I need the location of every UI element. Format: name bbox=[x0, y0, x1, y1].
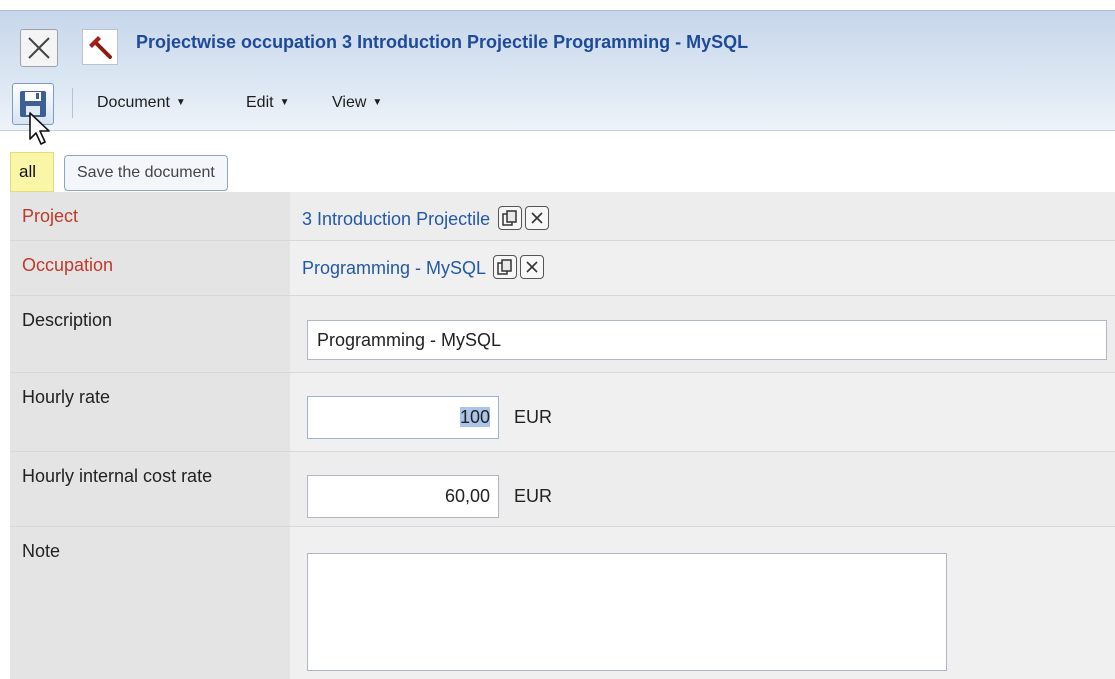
occupation-clear-button[interactable] bbox=[520, 255, 545, 279]
close-icon bbox=[28, 37, 50, 59]
row-project: Project 3 Introduction Projectile bbox=[10, 192, 1115, 240]
project-copy-button[interactable] bbox=[498, 206, 523, 230]
occupation-value: Programming - MySQL bbox=[302, 255, 545, 281]
project-value-cell: 3 Introduction Projectile bbox=[290, 192, 1115, 240]
menu-view[interactable]: View ▼ bbox=[332, 94, 382, 112]
copy-icon bbox=[497, 259, 513, 275]
hourly-rate-currency: EUR bbox=[514, 407, 553, 427]
tab-all[interactable]: all bbox=[10, 152, 54, 192]
save-tooltip: Save the document bbox=[64, 155, 228, 191]
internal-cost-rate-value-cell: 60,00 EUR bbox=[290, 452, 1115, 526]
description-value-cell: Programming - MySQL bbox=[290, 296, 1115, 372]
note-value-cell bbox=[290, 527, 1115, 679]
window-title: Projectwise occupation 3 Introduction Pr… bbox=[136, 32, 749, 52]
hammer-icon bbox=[89, 36, 112, 59]
menu-edit[interactable]: Edit ▼ bbox=[246, 94, 289, 112]
toolbar-separator bbox=[72, 88, 73, 118]
chevron-down-icon: ▼ bbox=[175, 97, 186, 108]
row-occupation: Occupation Programming - MySQL bbox=[10, 241, 1115, 295]
menu-document-label: Document bbox=[97, 94, 170, 111]
copy-icon bbox=[502, 210, 517, 226]
row-note: Note bbox=[10, 527, 1115, 679]
app-icon bbox=[82, 29, 118, 65]
description-input[interactable]: Programming - MySQL bbox=[307, 320, 1107, 360]
occupation-form: Project 3 Introduction Projectile Occupa… bbox=[10, 192, 1115, 679]
menu-document[interactable]: Document ▼ bbox=[97, 94, 186, 112]
hourly-rate-input[interactable]: 100 bbox=[307, 396, 499, 439]
description-label: Description bbox=[10, 296, 290, 372]
project-label: Project bbox=[10, 192, 290, 240]
project-link[interactable]: 3 Introduction Projectile bbox=[302, 209, 490, 229]
toolbar: Document ▼ Edit ▼ View ▼ bbox=[0, 76, 1115, 131]
row-description: Description Programming - MySQL bbox=[10, 296, 1115, 372]
chevron-down-icon: ▼ bbox=[372, 97, 383, 108]
close-button[interactable] bbox=[20, 29, 58, 67]
occupation-label: Occupation bbox=[10, 241, 290, 295]
window-titlebar: Projectwise occupation 3 Introduction Pr… bbox=[0, 10, 1115, 77]
project-value: 3 Introduction Projectile bbox=[302, 206, 550, 232]
occupation-copy-button[interactable] bbox=[493, 255, 518, 279]
hourly-rate-value: 100 bbox=[459, 407, 490, 427]
internal-cost-rate-currency: EUR bbox=[514, 486, 553, 506]
hourly-rate-value-cell: 100 EUR bbox=[290, 373, 1115, 451]
menu-view-label: View bbox=[332, 94, 367, 111]
chevron-down-icon: ▼ bbox=[279, 97, 290, 108]
project-clear-button[interactable] bbox=[525, 206, 550, 230]
clear-icon bbox=[531, 212, 543, 224]
note-label: Note bbox=[10, 527, 290, 679]
hourly-rate-label: Hourly rate bbox=[10, 373, 290, 451]
row-internal-cost-rate: Hourly internal cost rate 60,00 EUR bbox=[10, 452, 1115, 526]
internal-cost-rate-label: Hourly internal cost rate bbox=[10, 452, 290, 526]
top-strip bbox=[0, 0, 1115, 10]
clear-icon bbox=[526, 261, 538, 273]
occupation-value-cell: Programming - MySQL bbox=[290, 241, 1115, 295]
occupation-link[interactable]: Programming - MySQL bbox=[302, 258, 485, 278]
cursor-icon bbox=[29, 112, 50, 145]
row-hourly-rate: Hourly rate 100 EUR bbox=[10, 373, 1115, 451]
internal-cost-rate-input[interactable]: 60,00 bbox=[307, 475, 499, 518]
menu-edit-label: Edit bbox=[246, 94, 274, 111]
note-textarea[interactable] bbox=[307, 553, 947, 671]
